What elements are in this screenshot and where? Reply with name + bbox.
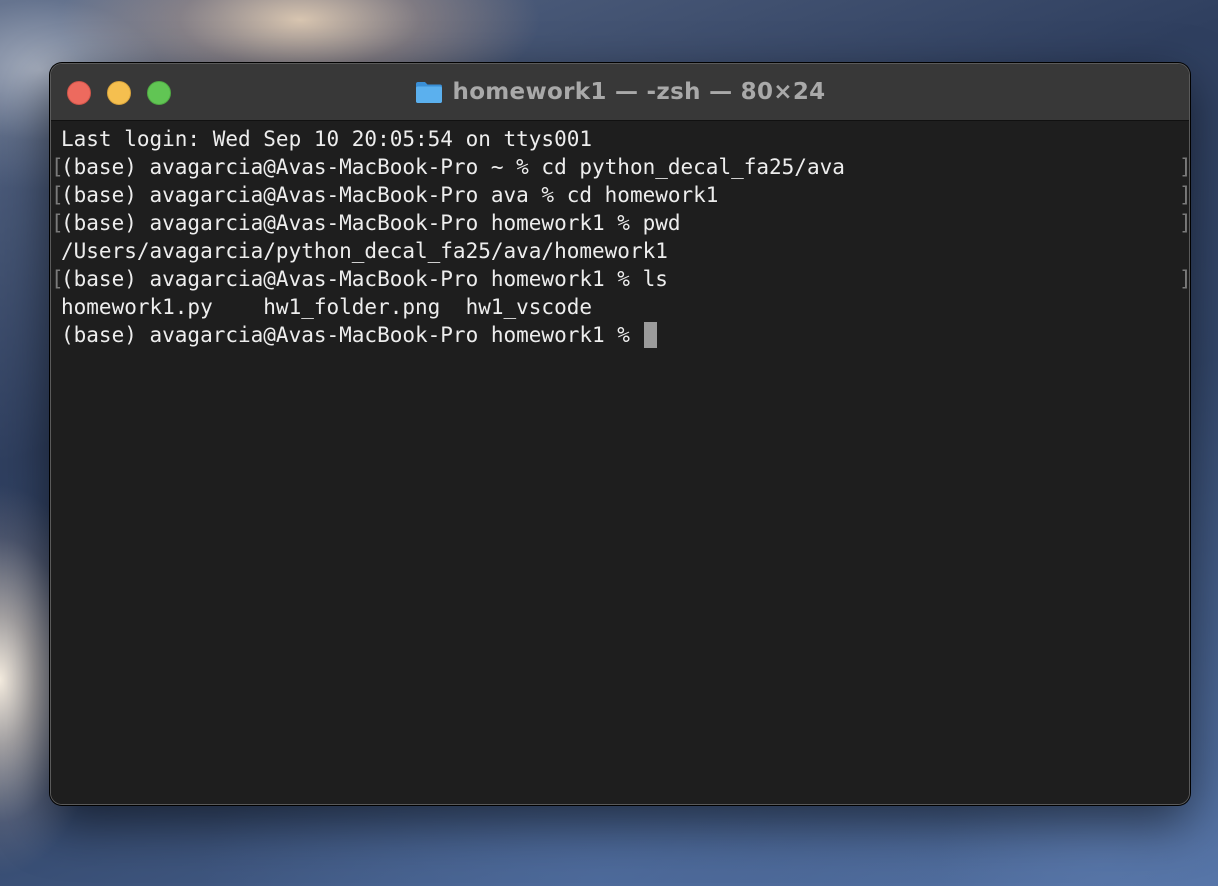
terminal-line: Last login: Wed Sep 10 20:05:54 on ttys0… — [61, 125, 845, 153]
terminal-line-text: homework1.py hw1_folder.png hw1_vscode — [61, 295, 593, 319]
terminal-content[interactable]: Last login: Wed Sep 10 20:05:54 on ttys0… — [51, 121, 1189, 804]
terminal-line: [] (base) avagarcia@Avas-MacBook-Pro ~ % … — [51, 153, 1189, 181]
terminal-line: homework1.py hw1_folder.png hw1_vscode — [61, 293, 845, 321]
text-cursor — [643, 322, 657, 348]
terminal-line-text: Last login: Wed Sep 10 20:05:54 on ttys0… — [61, 127, 593, 151]
terminal-line-text: /Users/avagarcia/python_decal_fa25/ava/h… — [61, 239, 668, 263]
command-mark-right: ] — [1179, 153, 1189, 181]
terminal-line: /Users/avagarcia/python_decal_fa25/ava/h… — [61, 237, 845, 265]
title-bar[interactable]: homework1 — -zsh — 80×24 — [51, 64, 1189, 121]
terminal-window[interactable]: homework1 — -zsh — 80×24 Last login: Wed… — [50, 63, 1190, 805]
command-mark-left: [ — [51, 267, 64, 291]
terminal-output: Last login: Wed Sep 10 20:05:54 on ttys0… — [51, 125, 1189, 349]
terminal-line-text: (base) avagarcia@Avas-MacBook-Pro homewo… — [61, 267, 668, 291]
command-mark-left: [ — [51, 183, 64, 207]
terminal-line-text: (base) avagarcia@Avas-MacBook-Pro homewo… — [61, 323, 643, 347]
window-title-group: homework1 — -zsh — 80×24 — [51, 64, 1189, 120]
terminal-line: [] (base) avagarcia@Avas-MacBook-Pro ava … — [51, 181, 1189, 209]
window-title: homework1 — -zsh — 80×24 — [452, 79, 826, 105]
terminal-line-text: (base) avagarcia@Avas-MacBook-Pro ~ % cd… — [61, 155, 845, 179]
terminal-line: (base) avagarcia@Avas-MacBook-Pro homewo… — [61, 321, 845, 349]
terminal-line-text: (base) avagarcia@Avas-MacBook-Pro ava % … — [61, 183, 719, 207]
command-mark-right: ] — [1179, 181, 1189, 209]
command-mark-right: ] — [1179, 265, 1189, 293]
command-mark-left: [ — [51, 211, 64, 235]
command-mark-right: ] — [1179, 209, 1189, 237]
terminal-line: [] (base) avagarcia@Avas-MacBook-Pro home… — [51, 209, 1189, 237]
command-mark-left: [ — [51, 155, 64, 179]
terminal-line: [] (base) avagarcia@Avas-MacBook-Pro home… — [51, 265, 1189, 293]
terminal-line-text: (base) avagarcia@Avas-MacBook-Pro homewo… — [61, 211, 681, 235]
folder-icon — [415, 82, 442, 103]
